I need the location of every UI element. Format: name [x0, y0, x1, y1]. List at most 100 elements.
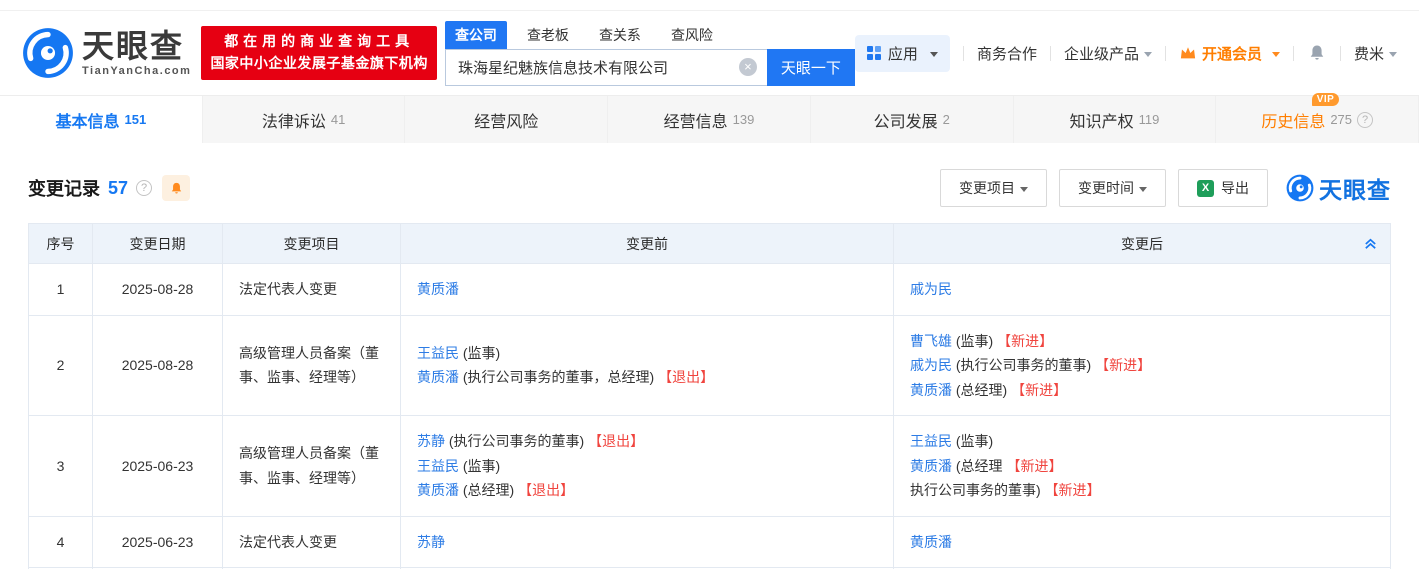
user-menu[interactable]: 费米: [1354, 43, 1397, 64]
tab-operating-info[interactable]: 经营信息 139: [608, 96, 811, 143]
cell-item: 法定代表人变更: [223, 264, 401, 316]
table-row: 12025-08-28法定代表人变更黄质潘戚为民: [29, 264, 1391, 316]
person-link[interactable]: 黄质潘: [417, 369, 459, 385]
tab-history[interactable]: 历史信息VIP275?: [1216, 96, 1419, 143]
tab-label: 知识产权: [1070, 114, 1134, 131]
col-header-after-label: 变更后: [1121, 236, 1163, 252]
nav-open-vip[interactable]: 开通会员: [1179, 43, 1280, 64]
col-header-date: 变更日期: [93, 224, 223, 264]
person-link[interactable]: 戚为民: [910, 281, 952, 297]
tab-legal[interactable]: 法律诉讼41: [203, 96, 406, 143]
nav-enterprise[interactable]: 企业级产品: [1064, 43, 1152, 64]
tab-label: 经营信息: [664, 114, 728, 131]
filter-button-change-item[interactable]: 变更项目: [940, 169, 1047, 207]
watermark-brand: 天眼查: [1286, 171, 1391, 205]
apps-label: 应用: [888, 43, 918, 64]
search-input[interactable]: [445, 49, 767, 86]
role-text: (总经理: [952, 458, 1006, 474]
chevron-down-icon: [1144, 52, 1152, 61]
person-link[interactable]: 黄质潘: [417, 482, 459, 498]
tab-label: 基本信息: [56, 114, 120, 131]
status-tag: 【新进】: [1045, 482, 1101, 498]
chevron-down-icon: [1389, 52, 1397, 61]
change-entry-line: 戚为民: [910, 277, 1374, 302]
top-strip: [0, 0, 1419, 11]
cell-item: 高级管理人员备案（董事、监事、经理等）: [223, 416, 401, 517]
role-text: (监事): [459, 458, 500, 474]
search-tab-relation[interactable]: 查关系: [589, 21, 651, 49]
divider: [1165, 46, 1166, 61]
change-entry-line: 戚为民 (执行公司事务的董事) 【新进】: [910, 353, 1374, 378]
change-entry-line: 苏静: [417, 530, 877, 555]
notification-bell-icon[interactable]: [1307, 43, 1327, 63]
person-link[interactable]: 曹飞雄: [910, 333, 952, 349]
cell-before: 黄质潘: [401, 264, 894, 316]
change-entry-line: 王益民 (监事): [417, 454, 877, 479]
site-header: 天眼查 TianYanCha.com 都在用的商业查询工具 国家中小企业发展子基…: [0, 11, 1419, 95]
tab-count: 139: [733, 112, 755, 127]
crown-icon: [1179, 45, 1197, 61]
chevron-down-icon: [1020, 187, 1028, 196]
cell-before: 苏静 (执行公司事务的董事) 【退出】王益民 (监事)黄质潘 (总经理) 【退出…: [401, 416, 894, 517]
search-button[interactable]: 天眼一下: [767, 49, 855, 86]
divider: [1050, 46, 1051, 61]
filter-buttons: 变更项目 变更时间: [928, 169, 1166, 207]
search-tab-risk[interactable]: 查风险: [661, 21, 723, 49]
change-entry-line: 执行公司事务的董事) 【新进】: [910, 478, 1374, 503]
vip-badge: VIP: [1312, 93, 1340, 106]
change-entry-line: 黄质潘 (总经理) 【新进】: [910, 378, 1374, 403]
excel-icon: X: [1197, 180, 1214, 197]
tianyancha-logo-icon: [22, 27, 74, 79]
person-link[interactable]: 苏静: [417, 433, 445, 449]
role-text: (执行公司事务的董事，总经理): [459, 369, 658, 385]
export-button[interactable]: X 导出: [1178, 169, 1268, 207]
table-header-row: 序号 变更日期 变更项目 变更前 变更后: [29, 224, 1391, 264]
subscribe-bell-button[interactable]: [162, 175, 190, 201]
person-link[interactable]: 苏静: [417, 534, 445, 550]
open-vip-label: 开通会员: [1202, 43, 1262, 64]
person-link[interactable]: 黄质潘: [910, 382, 952, 398]
role-text: (监事): [952, 333, 997, 349]
tab-basic-info[interactable]: 基本信息 151: [0, 96, 203, 143]
tab-ip[interactable]: 知识产权119: [1014, 96, 1217, 143]
filter-label: 变更项目: [959, 178, 1015, 198]
person-link[interactable]: 王益民: [417, 345, 459, 361]
table-row: 32025-06-23高级管理人员备案（董事、监事、经理等） 苏静 (执行公司事务…: [29, 416, 1391, 517]
search-tabs: 查公司查老板查关系查风险: [445, 21, 855, 49]
search-tab-boss[interactable]: 查老板: [517, 21, 579, 49]
person-link[interactable]: 黄质潘: [910, 534, 952, 550]
change-entry-line: 黄质潘: [417, 277, 877, 302]
tab-development[interactable]: 公司发展2: [811, 96, 1014, 143]
collapse-chevrons-icon[interactable]: [1363, 236, 1378, 251]
change-entry-line: 苏静 (执行公司事务的董事) 【退出】: [417, 429, 877, 454]
cell-no: 3: [29, 416, 93, 517]
tab-label: 法律诉讼: [262, 114, 326, 131]
tab-label: 公司发展: [874, 114, 938, 131]
cell-after: 王益民 (监事)黄质潘 (总经理 【新进】执行公司事务的董事) 【新进】: [894, 416, 1391, 517]
col-header-before: 变更前: [401, 224, 894, 264]
tab-operating-risk[interactable]: 经营风险: [405, 96, 608, 143]
clear-search-icon[interactable]: ×: [739, 58, 757, 76]
cell-date: 2025-06-23: [93, 416, 223, 517]
person-link[interactable]: 戚为民: [910, 357, 952, 373]
nav-biz-coop[interactable]: 商务合作: [977, 43, 1037, 64]
help-icon[interactable]: ?: [136, 180, 152, 196]
tab-count: 151: [125, 112, 147, 127]
cell-no: 2: [29, 315, 93, 416]
role-text: (监事): [459, 345, 500, 361]
search-tab-company[interactable]: 查公司: [445, 21, 507, 49]
section-controls: 变更项目 变更时间 X 导出 天眼查: [928, 169, 1391, 207]
person-link[interactable]: 王益民: [910, 433, 952, 449]
status-tag: 【退出】: [518, 482, 574, 498]
change-entry-line: 黄质潘 (执行公司事务的董事，总经理) 【退出】: [417, 365, 877, 390]
person-link[interactable]: 黄质潘: [910, 458, 952, 474]
help-icon[interactable]: ?: [1357, 112, 1373, 128]
filter-button-change-time[interactable]: 变更时间: [1059, 169, 1166, 207]
person-link[interactable]: 黄质潘: [417, 281, 459, 297]
slogan-banner: 都在用的商业查询工具 国家中小企业发展子基金旗下机构: [201, 26, 437, 79]
cell-date: 2025-08-28: [93, 315, 223, 416]
person-link[interactable]: 王益民: [417, 458, 459, 474]
tianyancha-logo[interactable]: 天眼查 TianYanCha.com: [22, 27, 191, 79]
apps-menu[interactable]: 应用: [855, 35, 950, 72]
cell-after: 戚为民: [894, 264, 1391, 316]
